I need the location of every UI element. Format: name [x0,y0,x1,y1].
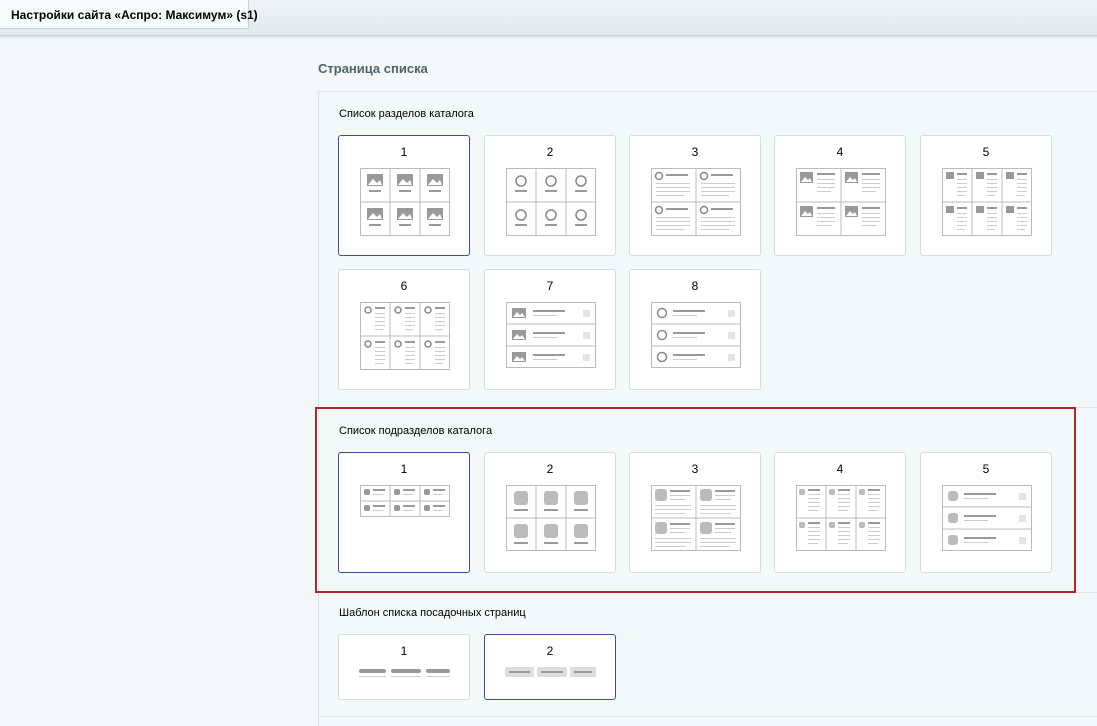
template-option-sections-2[interactable]: 2 [484,135,616,256]
layout-list-images-icon [796,168,886,236]
option-number: 2 [546,145,554,159]
option-number: 4 [836,145,844,159]
layout-grid-tiles-icon [506,485,596,551]
group-divider [318,716,1097,717]
option-number: 5 [982,462,990,476]
option-number: 3 [691,145,699,159]
option-number: 5 [982,145,990,159]
template-option-sections-7[interactable]: 7 [484,269,616,390]
layout-rows-circles-icon [651,302,741,368]
layout-landing-tags-icon [505,667,596,677]
layout-rows-tiles-icon [942,485,1032,551]
template-option-landing-2[interactable]: 2 [484,634,616,700]
option-number: 4 [836,462,844,476]
option-number: 1 [400,145,408,159]
layout-rows-images-icon [506,302,596,368]
layout-grid-text-icon [796,485,886,551]
option-number: 6 [400,279,408,293]
tab-site-settings[interactable]: Настройки сайта «Аспро: Максимум» (s1) [0,0,258,29]
layout-grid-circles-icon [506,168,596,236]
layout-compact-grid-icon [360,485,450,517]
option-number: 7 [546,279,554,293]
template-option-sections-6[interactable]: 6 [338,269,470,390]
template-option-subsections-3[interactable]: 3 [629,452,761,573]
layout-grid-images-icon [360,168,450,236]
layout-list-circles-icon [651,168,741,236]
option-number: 3 [691,462,699,476]
template-option-subsections-1[interactable]: 1 [338,452,470,573]
template-option-subsections-2[interactable]: 2 [484,452,616,573]
template-option-landing-1[interactable]: 1 [338,634,470,700]
group-label-landing-pages: Шаблон списка посадочных страниц [339,607,526,619]
template-option-sections-5[interactable]: 5 [920,135,1052,256]
top-bar: Настройки сайта «Аспро: Максимум» (s1) [0,0,1097,39]
template-option-subsections-4[interactable]: 4 [774,452,906,573]
template-option-subsections-5[interactable]: 5 [920,452,1052,573]
option-number: 1 [400,644,408,658]
option-number: 2 [546,644,554,658]
section-title: Страница списка [318,61,428,76]
template-option-sections-3[interactable]: 3 [629,135,761,256]
group-label-sections: Список разделов каталога [339,108,474,120]
template-option-sections-1[interactable]: 1 [338,135,470,256]
option-number: 8 [691,279,699,293]
layout-landing-links-icon [359,669,450,677]
option-number: 2 [546,462,554,476]
layout-list-tiles-icon [651,485,741,551]
template-option-sections-8[interactable]: 8 [629,269,761,390]
option-number: 1 [400,462,408,476]
template-option-sections-4[interactable]: 4 [774,135,906,256]
layout-grid-small-images-icon [942,168,1032,236]
layout-grid-small-circles-icon [360,302,450,370]
